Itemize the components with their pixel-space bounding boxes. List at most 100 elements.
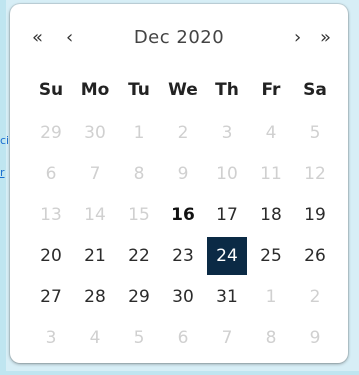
weekday-label: Th: [215, 80, 239, 100]
day-cell[interactable]: 1: [117, 112, 161, 153]
day-cell[interactable]: 6: [161, 317, 205, 358]
day-cell[interactable]: 8: [117, 153, 161, 194]
day-cell[interactable]: 31: [205, 276, 249, 317]
weekday-label: Fr: [261, 80, 281, 100]
day-label: 25: [260, 245, 282, 266]
day-label: 12: [304, 163, 326, 184]
day-label: 22: [128, 245, 150, 266]
day-label: 27: [40, 286, 62, 307]
day-label: 8: [133, 163, 145, 184]
day-cell[interactable]: 20: [29, 235, 73, 276]
day-cell-selected[interactable]: 24: [205, 235, 249, 276]
day-cell[interactable]: 29: [29, 112, 73, 153]
day-cell[interactable]: 19: [293, 194, 337, 235]
day-cell[interactable]: 21: [73, 235, 117, 276]
day-label: 26: [304, 245, 326, 266]
day-cell[interactable]: 25: [249, 235, 293, 276]
day-cell[interactable]: 22: [117, 235, 161, 276]
day-cell[interactable]: 30: [161, 276, 205, 317]
background-link-fragment[interactable]: r: [0, 166, 5, 179]
day-cell[interactable]: 14: [73, 194, 117, 235]
day-cell[interactable]: 5: [293, 112, 337, 153]
day-cell[interactable]: 4: [249, 112, 293, 153]
day-label: 6: [45, 163, 57, 184]
day-cell[interactable]: 7: [205, 317, 249, 358]
day-cell[interactable]: 9: [293, 317, 337, 358]
weekday-label: Mo: [80, 80, 110, 100]
day-cell[interactable]: 11: [249, 153, 293, 194]
day-label: 8: [265, 327, 277, 348]
day-cell[interactable]: 9: [161, 153, 205, 194]
day-label: 18: [260, 204, 282, 225]
next-month-button[interactable]: ›: [294, 24, 301, 52]
day-label: 7: [89, 163, 101, 184]
prev-year-button[interactable]: «: [32, 24, 43, 52]
next-year-button[interactable]: »: [320, 24, 331, 52]
day-cell[interactable]: 3: [29, 317, 73, 358]
day-label: 19: [304, 204, 326, 225]
days-grid: 29 30 1 2 3 4 5 6 7 8 9 10 11 12 13 14 15 16 17 18 19 20 21 22 2…: [29, 112, 337, 358]
day-label: 23: [172, 245, 194, 266]
prev-month-button[interactable]: ‹: [66, 24, 73, 52]
weekday-label: Su: [38, 80, 64, 100]
day-label: 29: [128, 286, 150, 307]
day-label: 2: [309, 286, 321, 307]
page-background-edge: [0, 0, 6, 375]
day-label: 7: [221, 327, 233, 348]
day-label: 20: [40, 245, 62, 266]
day-cell[interactable]: 26: [293, 235, 337, 276]
day-cell[interactable]: 7: [73, 153, 117, 194]
day-cell[interactable]: 28: [73, 276, 117, 317]
day-label: 2: [177, 122, 189, 143]
weekday-label: We: [168, 80, 198, 100]
day-cell[interactable]: 27: [29, 276, 73, 317]
day-label: 31: [216, 286, 238, 307]
day-label: 1: [133, 122, 145, 143]
day-label: 28: [84, 286, 106, 307]
day-cell[interactable]: 1: [249, 276, 293, 317]
day-label: 3: [45, 327, 57, 348]
day-label: 16: [171, 204, 195, 225]
day-label: 3: [221, 122, 233, 143]
day-cell[interactable]: 29: [117, 276, 161, 317]
day-cell[interactable]: 4: [73, 317, 117, 358]
day-cell[interactable]: 2: [161, 112, 205, 153]
day-cell[interactable]: 6: [29, 153, 73, 194]
day-cell[interactable]: 3: [205, 112, 249, 153]
day-cell[interactable]: 15: [117, 194, 161, 235]
day-label: 11: [260, 163, 282, 184]
weekday-label: Sa: [303, 80, 327, 100]
day-label: 6: [177, 327, 189, 348]
day-cell[interactable]: 12: [293, 153, 337, 194]
calendar-header: Dec 2020 « ‹ › »: [10, 24, 348, 52]
day-cell[interactable]: 30: [73, 112, 117, 153]
day-label: 1: [265, 286, 277, 307]
day-cell[interactable]: 10: [205, 153, 249, 194]
day-label: 4: [89, 327, 101, 348]
date-picker-popup: Dec 2020 « ‹ › » Su Mo Tu We Th Fr Sa 29…: [10, 4, 348, 363]
day-label: 30: [84, 122, 106, 143]
background-text-fragment: ci: [0, 134, 10, 147]
day-label: 9: [177, 163, 189, 184]
day-cell[interactable]: 17: [205, 194, 249, 235]
day-cell[interactable]: 18: [249, 194, 293, 235]
day-cell-today[interactable]: 16: [161, 194, 205, 235]
day-label: 10: [216, 163, 238, 184]
day-label: 17: [216, 204, 238, 225]
weekday-header-row: Su Mo Tu We Th Fr Sa: [29, 76, 337, 104]
day-label: 4: [265, 122, 277, 143]
day-label: 30: [172, 286, 194, 307]
day-label: 15: [128, 204, 150, 225]
day-label: 24: [207, 236, 247, 275]
day-cell[interactable]: 5: [117, 317, 161, 358]
day-cell[interactable]: 13: [29, 194, 73, 235]
page-background-edge-bottom: [0, 371, 359, 375]
weekday-label: Tu: [128, 80, 150, 100]
day-label: 29: [40, 122, 62, 143]
day-cell[interactable]: 8: [249, 317, 293, 358]
day-label: 5: [133, 327, 145, 348]
day-cell[interactable]: 23: [161, 235, 205, 276]
day-label: 21: [84, 245, 106, 266]
day-label: 14: [84, 204, 106, 225]
day-cell[interactable]: 2: [293, 276, 337, 317]
